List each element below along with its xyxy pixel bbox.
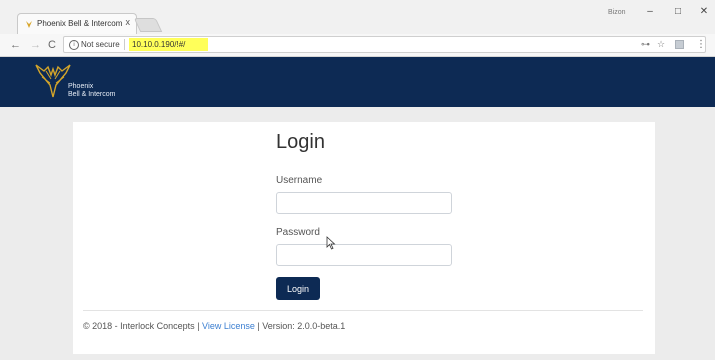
version-text: | Version: 2.0.0-beta.1 <box>254 321 346 331</box>
site-header: Phoenix Bell & Intercom <box>0 57 715 107</box>
reload-icon[interactable]: C <box>48 38 56 52</box>
extension-icon[interactable] <box>675 40 684 49</box>
username-field[interactable] <box>276 192 452 214</box>
forward-arrow-icon[interactable]: → <box>30 38 41 52</box>
brand-line2: Bell & Intercom <box>68 91 116 98</box>
login-card <box>73 122 655 354</box>
url-text[interactable]: 10.10.0.190/!#/ <box>129 38 189 51</box>
info-icon[interactable]: i <box>69 40 79 50</box>
browser-titlebar: Phoenix Bell & Intercom x Bizon – □ ✕ <box>0 0 715 34</box>
key-icon[interactable]: ⊶ <box>641 39 650 50</box>
phoenix-favicon-icon <box>26 21 32 28</box>
star-icon[interactable]: ☆ <box>657 39 665 50</box>
login-button[interactable]: Login <box>276 277 320 300</box>
phoenix-logo-icon[interactable] <box>34 63 72 99</box>
brand-name[interactable]: Phoenix Bell & Intercom <box>68 83 115 99</box>
password-label: Password <box>276 227 320 238</box>
footer-divider <box>83 310 643 311</box>
mouse-cursor-icon <box>326 236 336 250</box>
new-tab-button[interactable] <box>133 18 163 32</box>
username-label: Username <box>276 175 323 186</box>
browser-toolbar: ← → C i Not secure 10.10.0.190/!#/ ⊶ ☆ ⋮ <box>0 34 715 57</box>
minimize-button[interactable]: – <box>643 6 657 18</box>
back-arrow-icon[interactable]: ← <box>10 38 21 52</box>
profile-name[interactable]: Bizon <box>608 9 626 16</box>
footer: © 2018 - Interlock Concepts | View Licen… <box>83 321 345 331</box>
close-window-button[interactable]: ✕ <box>697 6 711 18</box>
tab-close-icon[interactable]: x <box>126 17 131 27</box>
browser-tab[interactable]: Phoenix Bell & Intercom x <box>17 13 137 34</box>
tab-title: Phoenix Bell & Intercom <box>37 19 123 28</box>
password-field[interactable] <box>276 244 452 266</box>
maximize-button[interactable]: □ <box>671 6 685 18</box>
menu-icon[interactable]: ⋮ <box>696 39 706 50</box>
security-indicator[interactable]: Not secure <box>81 40 120 49</box>
view-license-link[interactable]: View License <box>202 321 255 331</box>
address-bar[interactable]: i Not secure 10.10.0.190/!#/ ⊶ ☆ ⋮ <box>63 36 706 53</box>
copyright-text: © 2018 - Interlock Concepts | <box>83 321 203 331</box>
brand-line1: Phoenix <box>68 83 94 90</box>
address-divider <box>124 39 125 50</box>
page-title: Login <box>276 131 325 153</box>
